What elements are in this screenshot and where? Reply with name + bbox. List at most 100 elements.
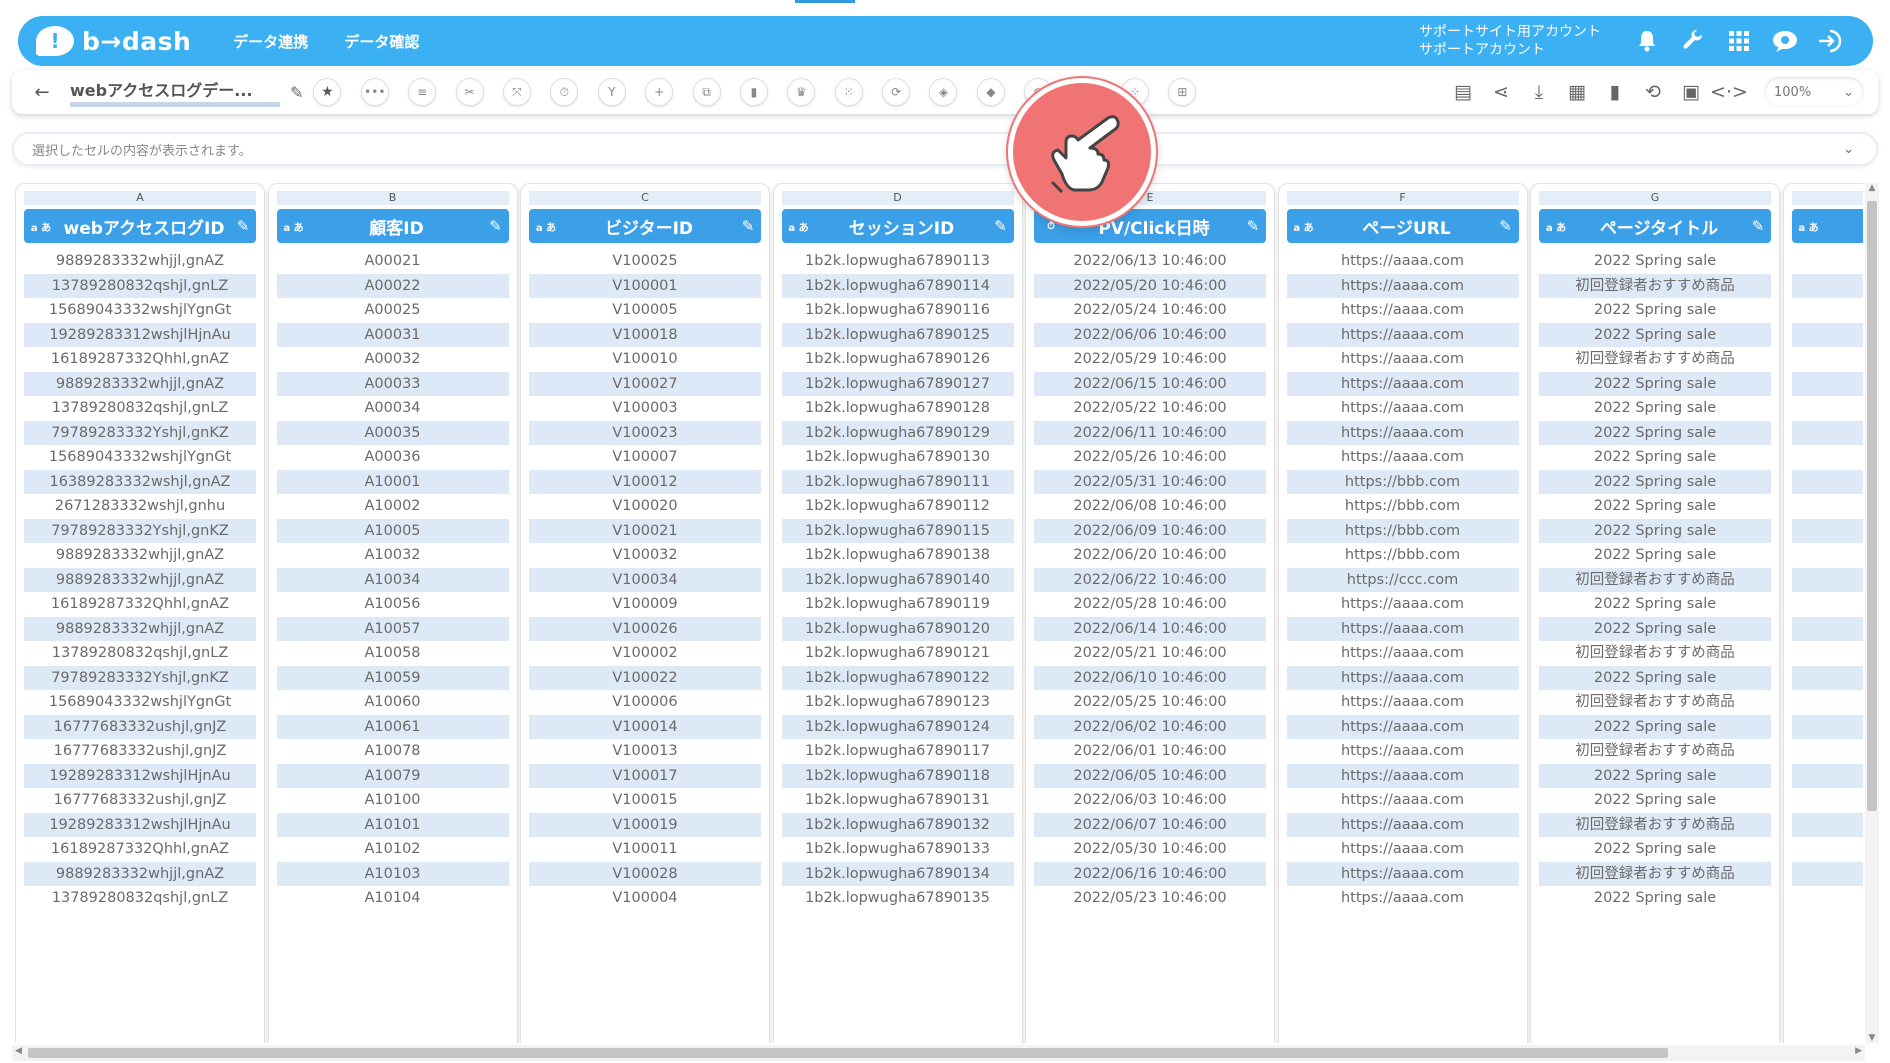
table-cell[interactable]: https://aaaa.com <box>1286 420 1519 445</box>
table-cell[interactable]: https://aaaa.com <box>1287 396 1519 421</box>
table-cell[interactable]: 13789280832qshjl,gnLZ <box>24 396 256 421</box>
table-cell[interactable]: 16777683332ushjl,gnJZ <box>24 788 256 813</box>
table-cell[interactable]: 2022 Spring sale <box>1539 616 1771 641</box>
table-cell[interactable]: 2022/06/14 10:46:00 <box>1034 616 1266 641</box>
table-cell[interactable]: 2022/06/09 10:46:00 <box>1034 518 1266 543</box>
table-cell[interactable]: 16777683332ushjl,gnJZ <box>24 739 256 764</box>
code-icon[interactable]: <·> <box>1710 81 1748 103</box>
table-cell[interactable]: https://bbb.com <box>1287 543 1519 568</box>
table-cell[interactable]: A10059 <box>276 665 509 690</box>
table-cell[interactable]: 1b2k.lopwugha67890114 <box>781 273 1014 298</box>
table-cell[interactable]: 9889283332whjjl,gnAZ <box>24 249 256 274</box>
table-cell[interactable]: A00032 <box>277 347 509 372</box>
column-header[interactable]: a あ ページURL ✎ <box>1286 209 1519 243</box>
table-cell[interactable]: 2022/05/21 10:46:00 <box>1034 641 1266 666</box>
scissors-icon[interactable]: ✂ <box>455 78 484 106</box>
table-cell[interactable]: 1b2k.lopwugha67890138 <box>782 543 1014 568</box>
table-cell[interactable]: A10058 <box>277 641 509 666</box>
table-cell[interactable]: 1b2k.lopwugha67890120 <box>781 616 1014 641</box>
column-letter[interactable]: B <box>276 191 509 205</box>
favorite-star-icon[interactable]: ★ <box>313 78 342 106</box>
table-cell[interactable]: 79789283332Yshjl,gnKZ <box>24 665 256 690</box>
table-cell[interactable]: 2022 Spring sale <box>1539 788 1771 813</box>
table-cell[interactable]: 初回登録者おすすめ商品 <box>1539 347 1771 372</box>
add-icon[interactable]: + <box>645 78 674 106</box>
bell-icon[interactable] <box>1627 21 1667 61</box>
table-cell[interactable]: 1b2k.lopwugha67890112 <box>782 494 1014 519</box>
table-cell[interactable]: A10078 <box>277 739 509 764</box>
table-cell[interactable]: 1b2k.lopwugha67890127 <box>781 371 1014 396</box>
table-cell[interactable] <box>1792 788 1864 813</box>
trash-icon[interactable]: ▮ <box>739 78 768 106</box>
table-cell[interactable]: A00034 <box>277 396 509 421</box>
table-cell[interactable] <box>1792 739 1864 764</box>
table-cell[interactable] <box>1791 616 1863 641</box>
table-cell[interactable]: 2022 Spring sale <box>1539 445 1771 470</box>
table-cell[interactable]: https://aaaa.com <box>1287 445 1519 470</box>
column-letter[interactable]: F <box>1286 191 1519 205</box>
table-cell[interactable]: 13789280832qshjl,gnLZ <box>24 273 256 298</box>
share-icon[interactable]: ⋖ <box>1482 81 1520 103</box>
table-cell[interactable]: 16189287332Qhhl,gnAZ <box>24 837 256 862</box>
delete-icon[interactable]: ▮ <box>1596 81 1634 103</box>
expand-icon[interactable]: ⤧ <box>502 78 531 106</box>
back-arrow-icon[interactable]: ← <box>30 82 54 103</box>
table-cell[interactable]: A10100 <box>277 788 509 813</box>
table-cell[interactable]: V100004 <box>529 886 761 911</box>
table-cell[interactable]: V100027 <box>529 371 761 396</box>
table-cell[interactable]: 1b2k.lopwugha67890130 <box>782 445 1014 470</box>
crown-icon[interactable]: ♛ <box>787 78 816 106</box>
table-cell[interactable]: A10002 <box>277 494 509 519</box>
table-cell[interactable]: 1b2k.lopwugha67890116 <box>782 298 1014 323</box>
table-cell[interactable]: https://aaaa.com <box>1287 837 1519 862</box>
table-cell[interactable]: A10034 <box>276 567 509 592</box>
table-cell[interactable]: A10079 <box>276 763 509 788</box>
table-cell[interactable]: A10104 <box>277 886 509 911</box>
table-cell[interactable]: https://aaaa.com <box>1287 641 1519 666</box>
table-cell[interactable]: 1b2k.lopwugha67890129 <box>781 420 1014 445</box>
table-cell[interactable]: 2022 Spring sale <box>1539 298 1771 323</box>
table-cell[interactable]: 2022/06/08 10:46:00 <box>1034 494 1266 519</box>
table-cell[interactable]: 2022 Spring sale <box>1539 714 1771 739</box>
table-cell[interactable]: 初回登録者おすすめ商品 <box>1539 739 1771 764</box>
table-cell[interactable]: 2022 Spring sale <box>1539 592 1771 617</box>
table-cell[interactable]: https://bbb.com <box>1286 518 1519 543</box>
table-cell[interactable]: A10001 <box>276 469 509 494</box>
table-cell[interactable]: 9889283332whjjl,gnAZ <box>24 371 256 396</box>
table-cell[interactable]: 初回登録者おすすめ商品 <box>1539 273 1771 298</box>
table-cell[interactable]: 初回登録者おすすめ商品 <box>1539 567 1771 592</box>
text-lines-icon[interactable]: ≡ <box>408 78 437 106</box>
table-cell[interactable]: V100010 <box>529 347 761 372</box>
table-cell[interactable]: V100025 <box>529 249 761 274</box>
table-cell[interactable]: 1b2k.lopwugha67890117 <box>782 739 1014 764</box>
table-cell[interactable]: A00036 <box>277 445 509 470</box>
table-cell[interactable] <box>1792 494 1864 519</box>
table-cell[interactable]: V100022 <box>529 665 761 690</box>
table-cell[interactable]: 1b2k.lopwugha67890125 <box>781 322 1014 347</box>
scroll-up-arrow-icon[interactable]: ▲ <box>1865 183 1879 193</box>
table-cell[interactable]: V100021 <box>529 518 761 543</box>
table-cell[interactable]: V100009 <box>529 592 761 617</box>
column-letter[interactable]: D <box>781 191 1014 205</box>
table-cell[interactable]: 2022 Spring sale <box>1539 371 1771 396</box>
edit-name-pencil-icon[interactable]: ✎ <box>290 83 303 102</box>
table-cell[interactable]: 15689043332wshjlYgnGt <box>24 298 256 323</box>
table-cell[interactable]: A00035 <box>276 420 509 445</box>
column-header[interactable]: a あラ✎ <box>1791 209 1863 243</box>
table-cell[interactable]: 16777683332ushjl,gnJZ <box>24 714 256 739</box>
table-cell[interactable]: 2022 Spring sale <box>1539 396 1771 421</box>
table-cell[interactable]: 1b2k.lopwugha67890115 <box>781 518 1014 543</box>
table-cell[interactable]: 初回登録者おすすめ商品 <box>1539 641 1771 666</box>
table-cell[interactable]: 1b2k.lopwugha67890111 <box>781 469 1014 494</box>
table-cell[interactable]: 2022/06/15 10:46:00 <box>1034 371 1266 396</box>
edit-column-pencil-icon[interactable]: ✎ <box>1745 217 1771 235</box>
table-cell[interactable]: 2022 Spring sale <box>1539 665 1771 690</box>
help-icon[interactable] <box>1765 21 1805 61</box>
table-cell[interactable]: https://aaaa.com <box>1287 347 1519 372</box>
table-cell[interactable] <box>1791 518 1863 543</box>
table-cell[interactable]: 1b2k.lopwugha67890124 <box>781 714 1014 739</box>
table-cell[interactable]: 2022/06/07 10:46:00 <box>1034 812 1266 837</box>
table-cell[interactable]: https://ccc.com <box>1286 567 1519 592</box>
table-cell[interactable] <box>1791 469 1863 494</box>
table-cell[interactable]: A10032 <box>277 543 509 568</box>
